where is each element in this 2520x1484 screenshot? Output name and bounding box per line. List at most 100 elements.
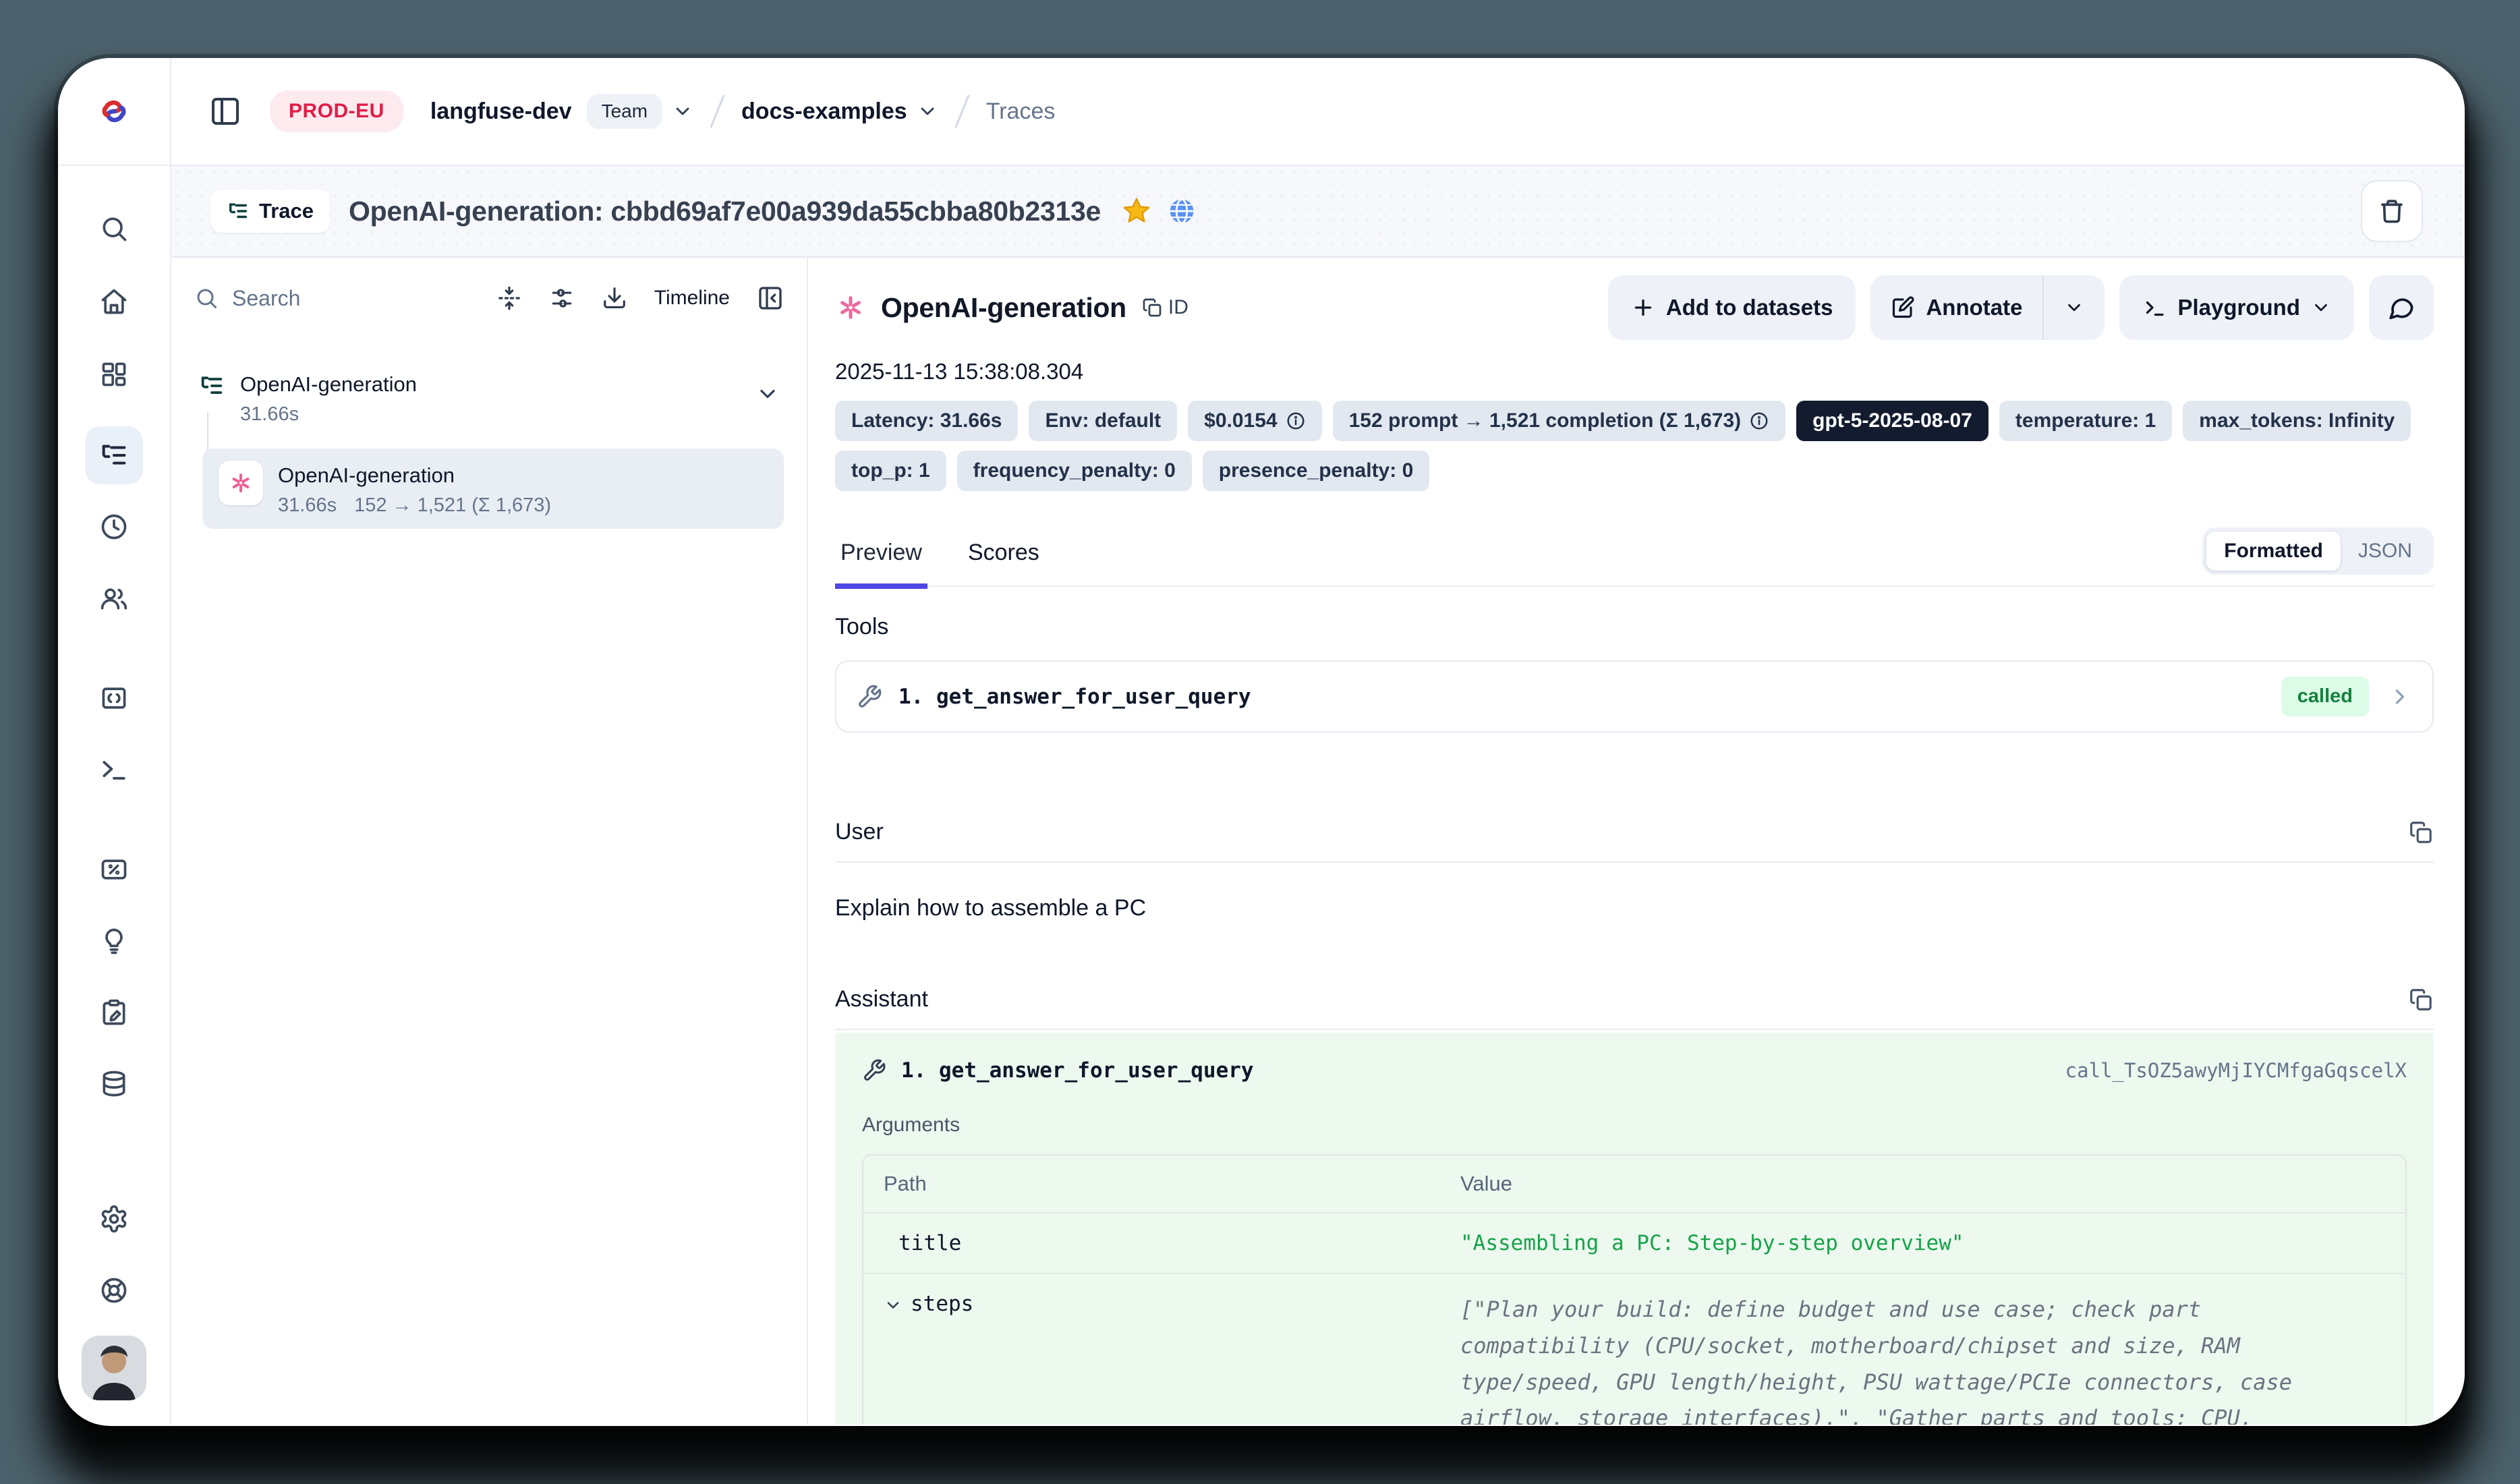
breadcrumb-project[interactable]: docs-examples [741, 98, 907, 125]
clock-icon [99, 512, 129, 542]
path-steps[interactable]: steps [863, 1274, 1440, 1425]
nav-insights[interactable] [85, 912, 143, 970]
environment-badge: PROD-EU [270, 90, 403, 132]
playground-button[interactable]: Playground [2119, 275, 2354, 340]
table-header-row: Path Value [863, 1155, 2405, 1212]
comments-button[interactable] [2369, 275, 2434, 340]
nav-users[interactable] [85, 569, 143, 627]
fold-vertical-icon [496, 285, 522, 311]
format-toggle: Formatted JSON [2202, 527, 2434, 575]
openai-generation-icon [835, 292, 866, 323]
avatar-image [82, 1336, 146, 1400]
temperature-badge: temperature: 1 [1999, 401, 2172, 441]
org-type-badge: Team [587, 94, 662, 129]
nav-annotation[interactable] [85, 983, 143, 1041]
delete-trace-button[interactable] [2361, 180, 2423, 242]
annotate-dropdown-button[interactable] [2044, 275, 2104, 340]
nav-sessions[interactable] [85, 498, 143, 556]
assistant-heading: Assistant [835, 986, 928, 1012]
expand-tool-chevron[interactable] [2388, 685, 2412, 709]
user-avatar[interactable] [82, 1336, 146, 1400]
tree-settings-button[interactable] [549, 285, 575, 311]
org-name[interactable]: langfuse-dev [430, 98, 572, 125]
tool-call-id: call_TsOZ5awyMjIYCMfgaGqscelX [2065, 1059, 2407, 1082]
nav-support[interactable] [85, 1261, 143, 1319]
nav-scores[interactable] [85, 840, 143, 898]
tree-generation-item-selected[interactable]: OpenAI-generation 31.66s 152 → 1,521 (Σ … [202, 449, 784, 529]
presence-penalty-badge: presence_penalty: 0 [1203, 451, 1429, 491]
copy-user-button[interactable] [2408, 820, 2434, 845]
list-tree-icon [98, 440, 130, 471]
nav-rail [58, 166, 171, 1425]
cost-badge[interactable]: $0.0154 [1188, 401, 1321, 441]
nav-playground[interactable] [85, 741, 143, 799]
nav-traces[interactable] [85, 426, 143, 484]
nav-datasets[interactable] [85, 1055, 143, 1113]
pen-square-icon [1891, 295, 1915, 320]
annotate-button[interactable]: Annotate [1870, 275, 2042, 340]
star-icon[interactable] [1121, 196, 1152, 227]
download-button[interactable] [602, 285, 627, 311]
format-formatted[interactable]: Formatted [2206, 532, 2341, 571]
section-divider [835, 861, 2434, 863]
assistant-section: Assistant 1. get_answer_for_user_query [835, 986, 2434, 1425]
section-divider [835, 1029, 2434, 1030]
panel-left-icon [209, 95, 241, 127]
chevron-down-icon [917, 101, 938, 122]
chevron-down-icon [755, 382, 780, 406]
model-badge[interactable]: gpt-5-2025-08-07 [1796, 401, 1988, 441]
collapse-steps-chevron[interactable] [884, 1296, 903, 1315]
scores-percent-icon [99, 855, 129, 884]
collapse-node-chevron[interactable] [755, 382, 780, 406]
timeline-toggle[interactable]: Timeline [654, 287, 730, 310]
trace-tree-panel: Timeline OpenAI-generation 31.66s [171, 258, 808, 1425]
comment-bubble-icon [2387, 293, 2415, 322]
tool-called-badge: called [2281, 677, 2369, 716]
project-switcher-chevron[interactable] [917, 101, 938, 122]
nav-search[interactable] [85, 200, 143, 258]
tree-root-duration: 31.66s [240, 403, 417, 426]
nav-settings[interactable] [85, 1190, 143, 1248]
search-icon [194, 286, 219, 310]
arguments-table: Path Value title "Assembling a PC: Step-… [862, 1154, 2407, 1425]
tab-scores[interactable]: Scores [963, 540, 1045, 589]
user-heading: User [835, 819, 884, 845]
tree-root-item[interactable]: OpenAI-generation 31.66s [194, 370, 784, 428]
home-icon [99, 287, 129, 316]
copy-id-chip[interactable]: ID [1141, 296, 1189, 319]
knot-logo-icon [96, 94, 132, 129]
assistant-tool-call-box: 1. get_answer_for_user_query call_TsOZ5a… [835, 1033, 2434, 1425]
tree-search-input[interactable] [232, 286, 483, 311]
sidebar-toggle-button[interactable] [209, 95, 241, 127]
collapse-all-button[interactable] [496, 285, 522, 311]
copy-assistant-button[interactable] [2408, 987, 2434, 1012]
nav-prompts[interactable] [85, 669, 143, 727]
gear-icon [99, 1204, 129, 1234]
public-globe-icon[interactable] [1167, 196, 1197, 226]
tool-definition-row[interactable]: 1. get_answer_for_user_query called [835, 660, 2434, 733]
search-icon [99, 214, 129, 244]
info-icon [1286, 411, 1306, 431]
format-json[interactable]: JSON [2341, 532, 2430, 571]
tree-root-label: OpenAI-generation [240, 372, 417, 397]
nav-dashboards[interactable] [85, 345, 143, 403]
annotate-button-group: Annotate [1870, 275, 2104, 340]
dashboard-grid-icon [99, 360, 129, 389]
top-p-badge: top_p: 1 [835, 451, 946, 491]
tab-preview[interactable]: Preview [835, 540, 927, 589]
generation-chip [219, 461, 263, 505]
breadcrumb-page[interactable]: Traces [986, 98, 1056, 125]
frequency-penalty-badge: frequency_penalty: 0 [957, 451, 1192, 491]
chevron-down-icon [884, 1296, 903, 1315]
tokens-badge[interactable]: 152 prompt → 1,521 completion (Σ 1,673) [1333, 401, 1786, 441]
collapse-panel-button[interactable] [757, 285, 784, 312]
value-title: "Assembling a PC: Step-by-step overview" [1440, 1214, 2405, 1273]
langfuse-logo [58, 58, 171, 165]
nav-home[interactable] [85, 273, 143, 331]
list-tree-icon [198, 372, 225, 399]
org-switcher-chevron[interactable] [672, 101, 693, 122]
wrench-icon [862, 1058, 886, 1083]
trace-tree: OpenAI-generation 31.66s Open [194, 370, 784, 529]
arguments-label: Arguments [862, 1114, 2407, 1137]
add-to-datasets-button[interactable]: Add to datasets [1608, 275, 1856, 340]
